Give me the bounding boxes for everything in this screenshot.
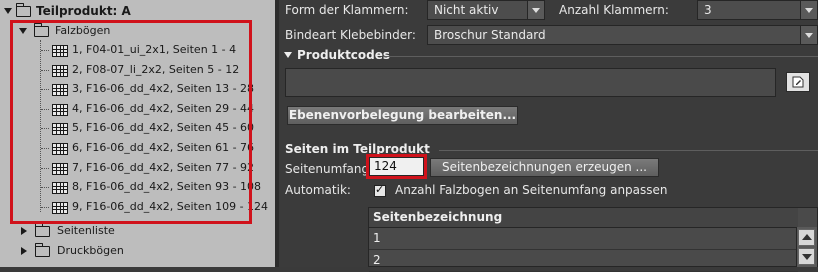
automatik-label: Automatik: — [285, 183, 351, 197]
tree-item-label: Seitenliste — [57, 224, 115, 237]
tree-root[interactable]: Teilprodukt: A — [0, 2, 275, 20]
tree-panel: Teilprodukt: A Falzbögen 1, F04-01_ui_2x… — [0, 0, 275, 267]
form-klammern-label: Form der Klammern: — [285, 3, 409, 17]
bindeart-value: Broschur Standard — [434, 28, 546, 42]
section-collapse-icon[interactable] — [284, 52, 292, 58]
automatik-checkbox-label: Anzahl Falzbogen an Seitenumfang anpasse… — [395, 183, 668, 197]
folder-open-icon — [16, 3, 31, 17]
chevron-down-icon[interactable] — [800, 26, 817, 44]
table-header: Seitenbezeichnung — [369, 208, 798, 228]
automatik-checkbox[interactable] — [374, 183, 386, 197]
form-klammern-select[interactable]: Nicht aktiv — [427, 0, 545, 20]
seitenbezeichnung-table: Seitenbezeichnung 1 2 — [368, 207, 818, 272]
folder-icon — [35, 243, 50, 257]
tree-item-seitenliste[interactable]: Seitenliste — [0, 222, 275, 240]
bindeart-label: Bindeart Klebebinder: — [285, 28, 416, 42]
bindeart-select[interactable]: Broschur Standard — [427, 25, 818, 45]
seitenumfang-label: Seitenumfang: — [285, 162, 374, 176]
produktcodes-title: Produktcodes — [297, 48, 391, 62]
highlight-box — [366, 154, 427, 179]
expand-icon[interactable] — [4, 8, 12, 14]
section-divider — [383, 56, 818, 57]
tree-item-label: Druckbögen — [57, 244, 124, 257]
ebenenvorbelegung-button[interactable]: Ebenenvorbelegung bearbeiten... — [287, 106, 518, 125]
produktcodes-field[interactable] — [285, 68, 776, 97]
vertical-scrollbar[interactable] — [796, 227, 817, 267]
chevron-down-icon[interactable] — [800, 1, 817, 19]
anzahl-klammern-select[interactable]: 3 — [697, 0, 818, 20]
collapse-icon[interactable] — [21, 247, 27, 255]
table-row[interactable]: 2 — [369, 250, 798, 272]
table-row[interactable]: 1 — [369, 228, 798, 250]
scroll-up-icon[interactable] — [798, 229, 815, 246]
section-divider — [439, 150, 818, 151]
edit-note-button[interactable] — [786, 72, 810, 92]
form-klammern-value: Nicht aktiv — [434, 3, 499, 17]
highlight-box — [10, 20, 252, 224]
folder-icon — [35, 223, 50, 237]
tree-item-druckboegen[interactable]: Druckbögen — [0, 242, 275, 260]
anzahl-klammern-label: Anzahl Klammern: — [559, 3, 669, 17]
properties-panel: Form der Klammern: Nicht aktiv Anzahl Kl… — [279, 0, 818, 272]
anzahl-klammern-value: 3 — [704, 3, 712, 17]
collapse-icon[interactable] — [21, 227, 27, 235]
edit-note-icon — [792, 76, 804, 88]
scroll-down-icon[interactable] — [798, 248, 815, 265]
seitenbezeichnungen-button[interactable]: Seitenbezeichnungen erzeugen ... — [430, 158, 659, 177]
tree-root-label: Teilprodukt: A — [36, 4, 131, 18]
chevron-down-icon[interactable] — [527, 1, 544, 19]
